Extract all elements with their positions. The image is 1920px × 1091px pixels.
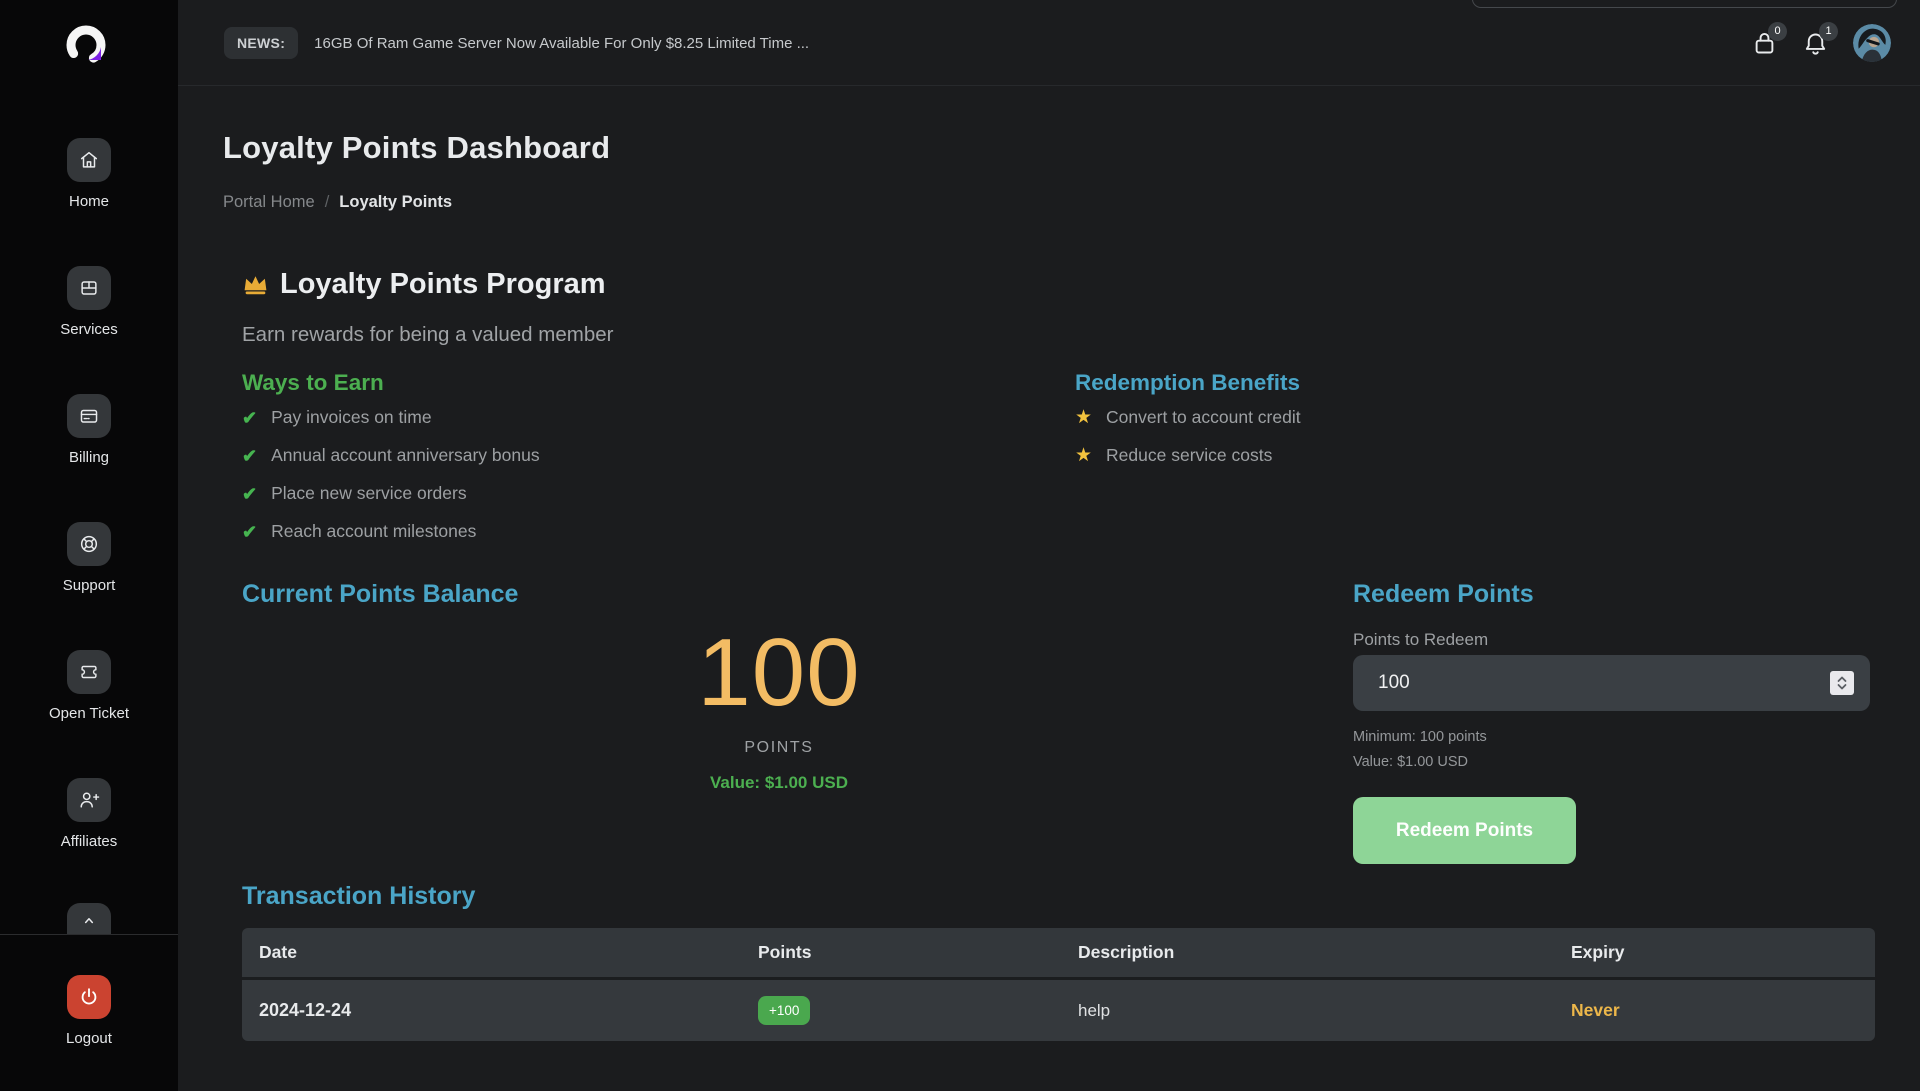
news-badge: NEWS: [224,27,298,59]
main-content: Loyalty Points Dashboard Portal Home / L… [178,86,1920,1091]
redemption-benefits-list: ★Convert to account credit ★Reduce servi… [1075,408,1301,484]
balance-block: 100 POINTS Value: $1.00 USD [579,624,979,793]
breadcrumb-home-link[interactable]: Portal Home [223,193,315,212]
sidebar: Home Services Billing Support Open Ticke… [0,0,178,1091]
sidebar-item-open-ticket[interactable]: Open Ticket [0,650,178,722]
sidebar-divider [0,934,178,935]
star-icon: ★ [1075,446,1092,465]
sidebar-item-home[interactable]: Home [0,138,178,210]
stepper-arrows-icon [1836,675,1848,691]
list-item: ★Reduce service costs [1075,446,1301,465]
transaction-table: Date Points Description Expiry 2024-12-2… [242,928,1875,1041]
table-header-row: Date Points Description Expiry [242,928,1875,977]
points-to-redeem-input[interactable] [1353,655,1870,711]
column-header-description: Description [1078,942,1571,963]
points-to-redeem-label: Points to Redeem [1353,630,1488,650]
sidebar-item-label: Affiliates [0,833,178,850]
power-icon [78,986,100,1008]
list-item: ✔Place new service orders [242,484,540,503]
star-icon: ★ [1075,408,1092,427]
avatar-image [1853,24,1891,62]
cart-count-badge: 0 [1768,22,1787,41]
transaction-date: 2024-12-24 [259,1000,758,1021]
column-header-expiry: Expiry [1571,942,1875,963]
transaction-description: help [1078,1001,1571,1021]
points-badge: +100 [758,996,810,1025]
breadcrumb: Portal Home / Loyalty Points [223,193,452,212]
news-ticker: NEWS: 16GB Of Ram Game Server Now Availa… [224,0,809,86]
sidebar-item-label: Services [0,321,178,338]
credit-card-icon [78,405,100,427]
ways-to-earn-list: ✔Pay invoices on time ✔Annual account an… [242,408,540,560]
user-plus-icon [78,789,100,811]
box-icon [78,277,100,299]
check-icon: ✔ [242,447,257,465]
sidebar-scroll-more[interactable] [67,903,111,934]
list-item: ✔Pay invoices on time [242,408,540,427]
sidebar-item-support[interactable]: Support [0,522,178,594]
program-title: Loyalty Points Program [280,268,606,301]
crown-icon [242,273,269,296]
topbar-actions: 0 1 [1751,0,1891,86]
redemption-benefits-title: Redemption Benefits [1075,370,1300,396]
notifications-count-badge: 1 [1819,22,1838,41]
breadcrumb-separator: / [325,193,330,212]
notifications-button[interactable]: 1 [1802,30,1829,57]
sidebar-item-label: Support [0,577,178,594]
redeem-points-button[interactable]: Redeem Points [1353,797,1576,864]
ticket-icon [78,661,100,683]
ways-to-earn-title: Ways to Earn [242,370,384,396]
list-item: ✔Annual account anniversary bonus [242,446,540,465]
redeem-value-text: Value: $1.00 USD [1353,754,1468,770]
redeem-title: Redeem Points [1353,580,1534,609]
sidebar-item-services[interactable]: Services [0,266,178,338]
page-title: Loyalty Points Dashboard [223,130,610,166]
transaction-history-title: Transaction History [242,882,475,911]
sidebar-item-label: Logout [0,1030,178,1047]
list-item: ✔Reach account milestones [242,522,540,541]
program-header: Loyalty Points Program [242,268,606,301]
brand-logo-icon[interactable] [63,22,113,72]
cart-button[interactable]: 0 [1751,30,1778,57]
list-item: ★Convert to account credit [1075,408,1301,427]
program-subtitle: Earn rewards for being a valued member [242,323,613,347]
sidebar-item-label: Billing [0,449,178,466]
top-bar: NEWS: 16GB Of Ram Game Server Now Availa… [178,0,1920,86]
chevron-up-icon [79,910,99,930]
life-buoy-icon [78,533,100,555]
column-header-date: Date [259,942,758,963]
balance-title: Current Points Balance [242,580,518,609]
redeem-input-wrap [1353,655,1870,711]
column-header-points: Points [758,942,1078,963]
sidebar-item-affiliates[interactable]: Affiliates [0,778,178,850]
number-stepper[interactable] [1830,671,1854,695]
redeem-minimum-text: Minimum: 100 points [1353,729,1487,745]
points-label: POINTS [579,739,979,757]
check-icon: ✔ [242,485,257,503]
check-icon: ✔ [242,523,257,541]
transaction-expiry: Never [1571,1000,1875,1021]
breadcrumb-current: Loyalty Points [339,193,452,212]
points-balance-value: 100 [579,624,979,722]
sidebar-item-label: Home [0,193,178,210]
sidebar-item-billing[interactable]: Billing [0,394,178,466]
points-usd-value: Value: $1.00 USD [579,773,979,793]
sidebar-item-label: Open Ticket [0,705,178,722]
home-icon [78,149,100,171]
check-icon: ✔ [242,409,257,427]
table-row: 2024-12-24 +100 help Never [242,977,1875,1041]
user-avatar[interactable] [1853,24,1891,62]
sidebar-item-logout[interactable]: Logout [0,975,178,1047]
news-text[interactable]: 16GB Of Ram Game Server Now Available Fo… [314,35,809,52]
